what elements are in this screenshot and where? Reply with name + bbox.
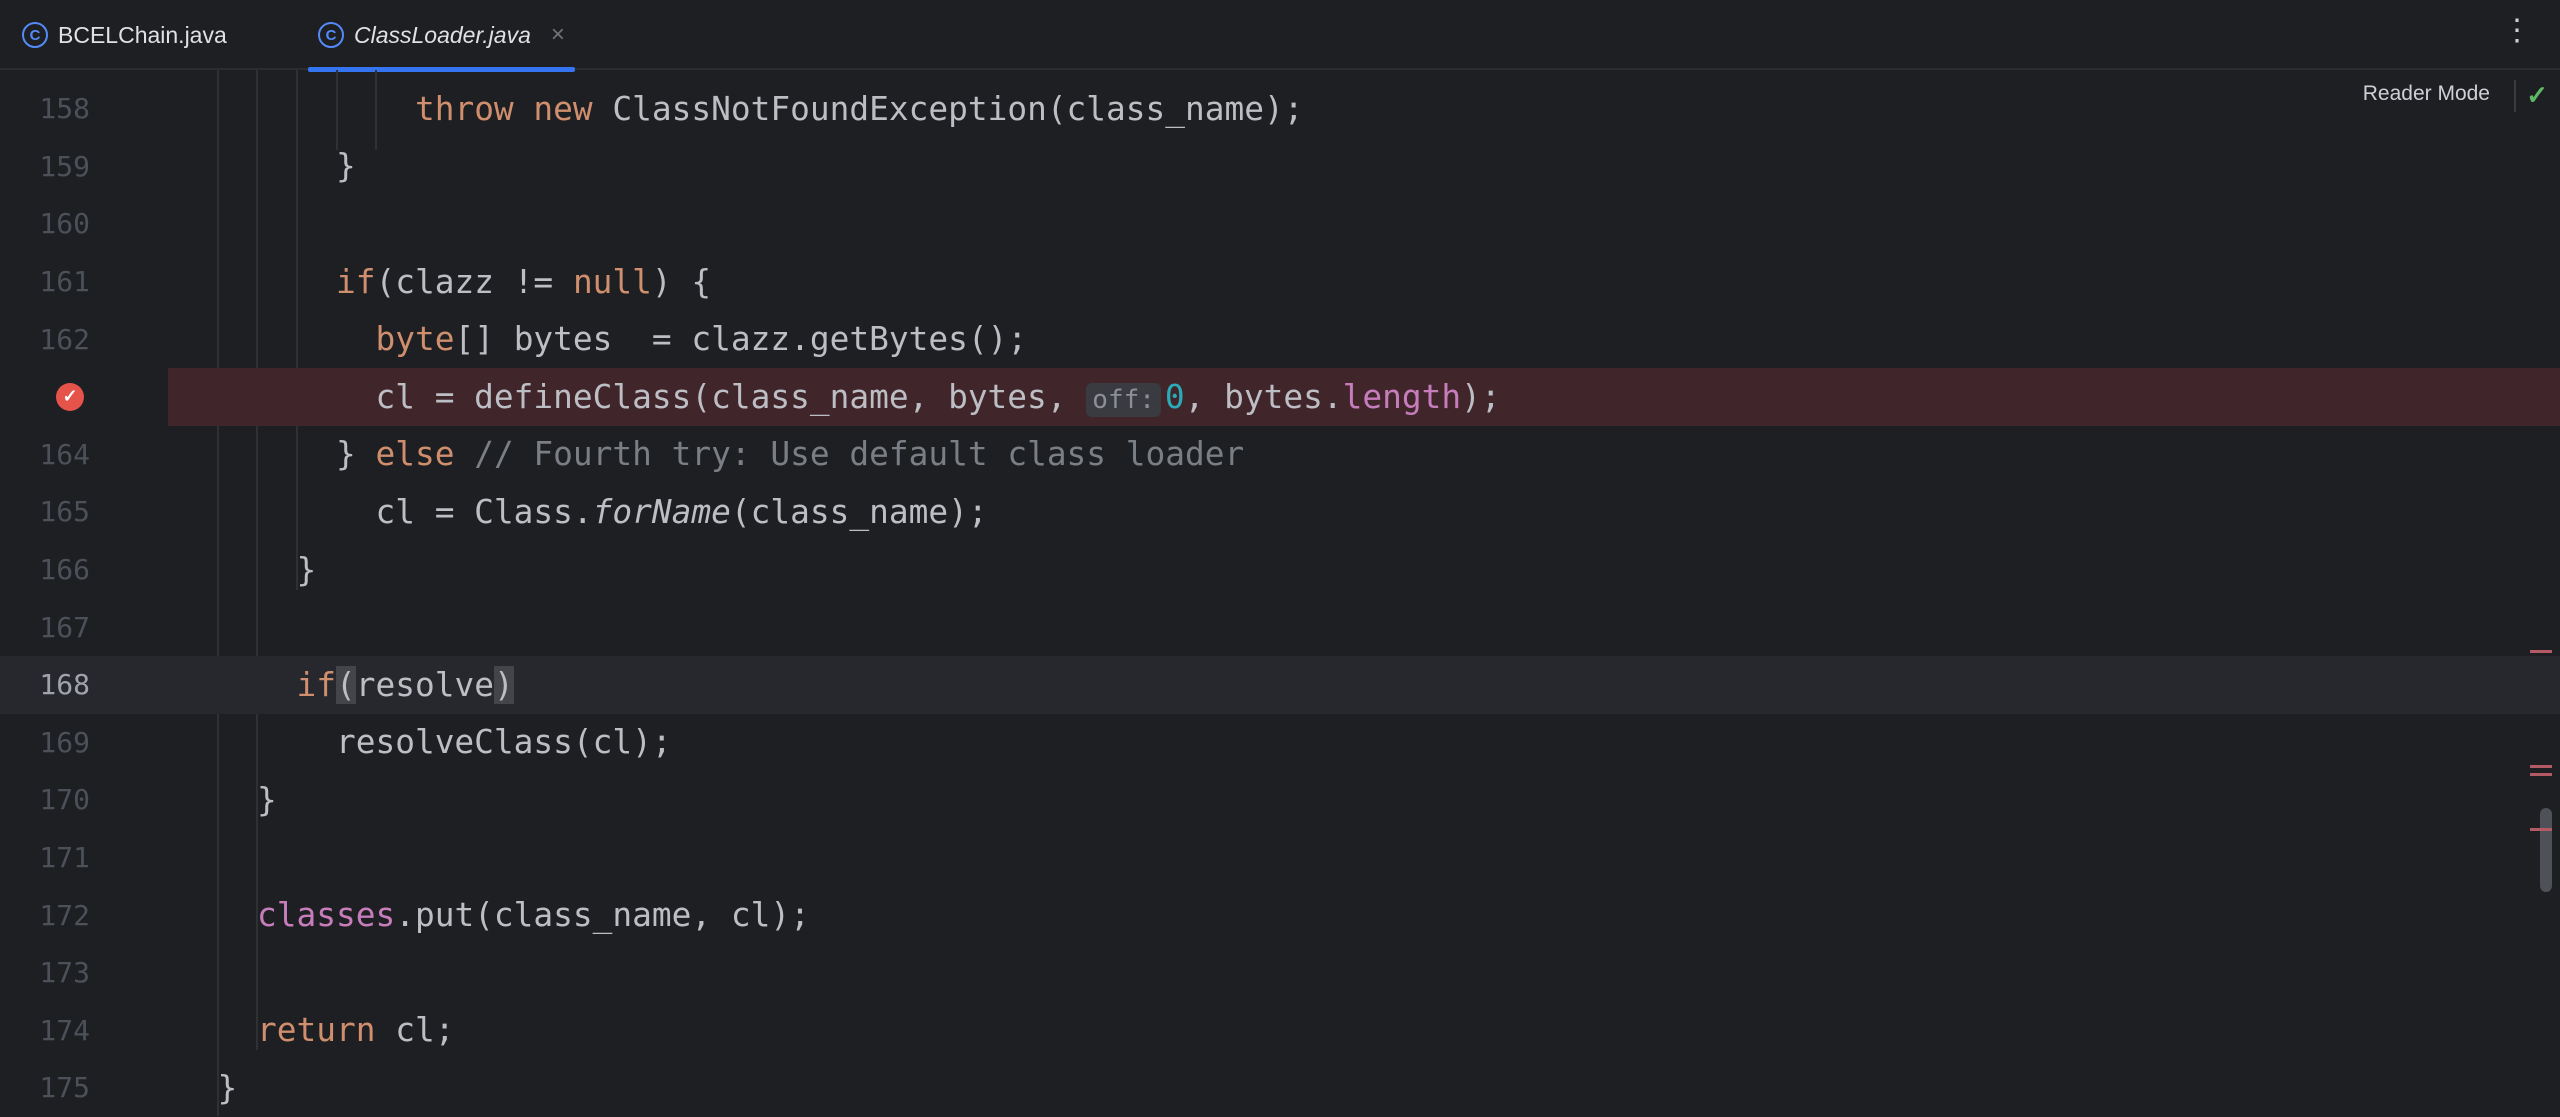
code-text: cl = defineClass(class_name, bytes, off:… — [178, 377, 1501, 417]
code-line: 160 — [0, 195, 2560, 253]
code-text: } — [178, 550, 317, 589]
code-text: if(clazz != null) { — [335, 262, 712, 301]
line-number: 173 — [39, 956, 90, 990]
tab-label: ClassLoader.java — [354, 21, 531, 48]
tab-classloader[interactable]: C ClassLoader.java × — [308, 0, 575, 72]
breakpoint-icon[interactable]: ✓ — [56, 382, 84, 411]
line-number: 171 — [39, 841, 90, 875]
current-line: 168 if(resolve) — [0, 655, 2560, 714]
code-line: 171 — [0, 829, 2560, 887]
more-options-icon[interactable]: ⋮ — [2502, 16, 2532, 46]
code-text: } else // Fourth try: Use default class … — [178, 435, 1245, 474]
vertical-scrollbar[interactable] — [2540, 808, 2552, 892]
code-line: 170 } — [0, 771, 2560, 829]
code-line: 158 throw new ClassNotFoundException(cla… — [0, 80, 2560, 138]
code-editor[interactable]: 158 throw new ClassNotFoundException(cla… — [0, 80, 2560, 1117]
line-number: 159 — [39, 149, 90, 183]
code-text: resolveClass(cl); — [178, 723, 672, 762]
breakpoint-line: ✓ cl = defineClass(class_name, bytes, of… — [56, 367, 2560, 426]
code-line: 162 byte[] bytes = clazz.getBytes(); — [0, 310, 2560, 368]
code-line: 164 } else // Fourth try: Use default cl… — [0, 426, 2560, 484]
line-number: 165 — [39, 495, 90, 529]
code-line: 159 } — [0, 138, 2560, 196]
class-icon: C — [22, 22, 48, 48]
error-stripe-mark[interactable] — [2530, 773, 2552, 776]
line-number: 162 — [39, 322, 90, 356]
line-number: 169 — [39, 725, 90, 759]
code-text: } — [178, 780, 277, 819]
code-line: 161 if(clazz != null) { — [0, 253, 2560, 311]
line-number: 168 — [39, 668, 90, 702]
code-line: 165 cl = Class.forName(class_name); — [0, 483, 2560, 541]
code-line: 174 return cl; — [0, 1002, 2560, 1060]
code-text: byte[] bytes = clazz.getBytes(); — [375, 320, 1028, 359]
code-text: throw new ClassNotFoundException(class_n… — [414, 89, 1304, 128]
error-stripe-mark[interactable] — [2530, 650, 2552, 653]
parameter-hint: off: — [1086, 382, 1161, 417]
code-text: if(resolve) — [296, 665, 514, 704]
tab-bcelchain[interactable]: C BCELChain.java — [22, 0, 227, 70]
code-line: 175 } — [0, 1059, 2560, 1117]
code-line: 169 resolveClass(cl); — [0, 714, 2560, 772]
line-number: 166 — [39, 553, 90, 587]
line-number: 172 — [39, 898, 90, 932]
line-number: 164 — [39, 437, 90, 471]
code-line: 172 classes.put(class_name, cl); — [0, 886, 2560, 944]
code-text: return cl; — [256, 1011, 455, 1050]
code-text: classes.put(class_name, cl); — [256, 896, 810, 935]
code-text: } — [178, 1068, 238, 1107]
tab-label: BCELChain.java — [58, 21, 227, 48]
line-number: 161 — [39, 265, 90, 299]
code-line: 167 — [0, 598, 2560, 656]
line-number: 167 — [39, 610, 90, 644]
error-stripe-mark[interactable] — [2530, 828, 2552, 831]
line-number: 170 — [39, 783, 90, 817]
code-line: 173 — [0, 944, 2560, 1002]
line-number: 174 — [39, 1013, 90, 1047]
class-icon: C — [318, 22, 344, 48]
line-number: 158 — [39, 92, 90, 126]
line-number: 175 — [39, 1071, 90, 1105]
error-stripe-mark[interactable] — [2530, 765, 2552, 768]
code-text: cl = Class.forName(class_name); — [178, 492, 988, 531]
line-number: 160 — [39, 207, 90, 241]
code-text: } — [178, 147, 356, 186]
close-tab-icon[interactable]: × — [551, 21, 565, 49]
editor-tab-bar: C BCELChain.java C ClassLoader.java × ⋮ — [0, 0, 2560, 72]
code-line: 166 } — [0, 541, 2560, 599]
